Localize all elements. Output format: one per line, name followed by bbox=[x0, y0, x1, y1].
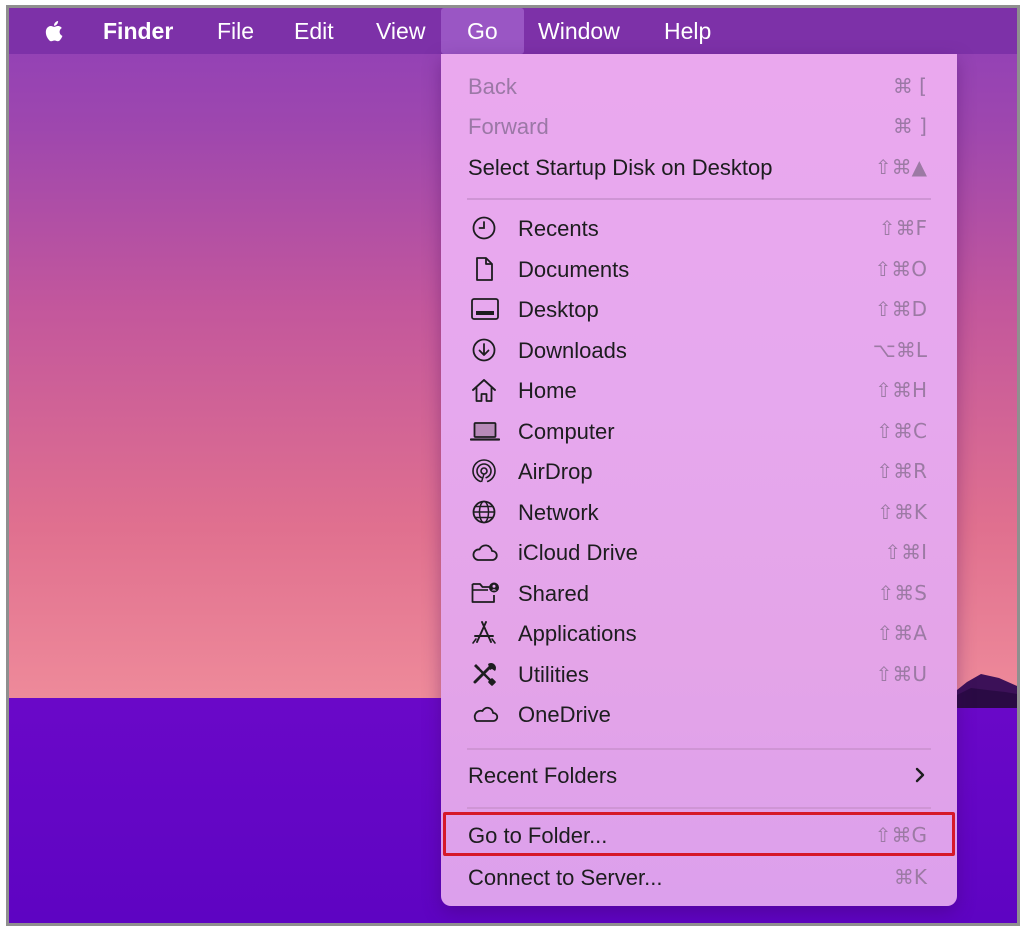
laptop-icon bbox=[470, 422, 500, 441]
menu-item-forward[interactable]: Forward ⌘ ] bbox=[441, 106, 957, 146]
airdrop-icon bbox=[472, 459, 496, 484]
document-icon bbox=[476, 257, 493, 281]
menu-item-label: Desktop bbox=[518, 297, 599, 322]
menu-item-label: Utilities bbox=[518, 662, 589, 687]
menu-item-label: Connect to Server... bbox=[468, 865, 663, 890]
highlight-box bbox=[443, 812, 955, 856]
wallpaper-mountain bbox=[947, 674, 1017, 708]
menu-item-shortcut: ⌘ [ bbox=[892, 74, 927, 98]
go-menu-dropdown: Back ⌘ [ Forward ⌘ ] Select Startup Disk… bbox=[441, 54, 957, 906]
menu-item-utilities[interactable]: Utilities ⇧⌘U bbox=[441, 654, 957, 694]
menu-item-label: Forward bbox=[468, 114, 549, 139]
menu-item-recents[interactable]: Recents ⇧⌘F bbox=[441, 208, 957, 248]
menu-item-connect-to-server[interactable]: Connect to Server... ⌘K bbox=[441, 857, 957, 897]
menu-item-label: OneDrive bbox=[518, 702, 611, 727]
menu-view[interactable]: View bbox=[376, 8, 425, 54]
menu-item-shortcut: ⌘ ] bbox=[892, 114, 927, 138]
menu-item-shortcut: ⌘K bbox=[893, 865, 927, 889]
chevron-right-icon bbox=[915, 767, 925, 783]
menu-item-documents[interactable]: Documents ⇧⌘O bbox=[441, 249, 957, 289]
menu-window[interactable]: Window bbox=[538, 8, 620, 54]
screenshot-frame: Finder File Edit View Go Window Help Bac… bbox=[6, 5, 1020, 926]
globe-icon bbox=[472, 500, 496, 524]
menu-item-back[interactable]: Back ⌘ [ bbox=[441, 66, 957, 106]
menu-item-select-startup-disk[interactable]: Select Startup Disk on Desktop ⇧⌘▲ bbox=[441, 147, 957, 187]
menu-item-label: AirDrop bbox=[518, 459, 593, 484]
menu-item-shortcut: ⌥⌘L bbox=[872, 338, 927, 362]
menu-item-label: Downloads bbox=[518, 338, 627, 363]
menu-item-label: Home bbox=[518, 378, 577, 403]
clock-icon bbox=[472, 216, 496, 240]
menu-finder[interactable]: Finder bbox=[103, 8, 173, 54]
shared-folder-icon bbox=[471, 582, 499, 603]
menu-file[interactable]: File bbox=[217, 8, 254, 54]
menu-item-shortcut: ⇧⌘D bbox=[874, 297, 927, 321]
menu-item-applications[interactable]: Applications ⇧⌘A bbox=[441, 613, 957, 653]
menu-separator bbox=[467, 807, 931, 809]
menu-item-label: Recent Folders bbox=[468, 763, 618, 788]
menu-separator bbox=[467, 198, 931, 200]
menu-item-label: Back bbox=[468, 74, 517, 99]
menu-item-desktop[interactable]: Desktop ⇧⌘D bbox=[441, 289, 957, 329]
menu-item-label: Recents bbox=[518, 216, 599, 241]
menu-item-shortcut: ⇧⌘O bbox=[874, 257, 928, 281]
menu-item-onedrive[interactable]: OneDrive bbox=[441, 694, 957, 734]
menu-item-recent-folders[interactable]: Recent Folders bbox=[441, 755, 957, 795]
menu-item-shortcut: ⇧⌘▲ bbox=[874, 155, 927, 179]
download-icon bbox=[472, 338, 496, 362]
menu-item-shortcut: ⇧⌘H bbox=[875, 378, 927, 402]
menu-item-shortcut: ⇧⌘I bbox=[884, 540, 927, 564]
menu-go[interactable]: Go bbox=[441, 8, 524, 54]
menu-item-shortcut: ⇧⌘S bbox=[877, 581, 927, 605]
menu-item-shortcut: ⇧⌘F bbox=[878, 216, 927, 240]
menu-item-label: Documents bbox=[518, 257, 630, 282]
cloud-icon bbox=[472, 544, 498, 561]
menu-item-shortcut: ⇧⌘C bbox=[876, 419, 927, 443]
menu-separator bbox=[467, 748, 931, 750]
menu-edit[interactable]: Edit bbox=[294, 8, 334, 54]
menu-item-icloud-drive[interactable]: iCloud Drive ⇧⌘I bbox=[441, 532, 957, 572]
menu-item-label: iCloud Drive bbox=[518, 540, 638, 565]
menu-help[interactable]: Help bbox=[664, 8, 711, 54]
utilities-icon bbox=[473, 663, 496, 686]
menu-item-label: Shared bbox=[518, 581, 589, 606]
desktop-icon bbox=[471, 298, 499, 320]
menu-item-network[interactable]: Network ⇧⌘K bbox=[441, 492, 957, 532]
menu-item-label: Network bbox=[518, 500, 599, 525]
home-icon bbox=[472, 379, 496, 402]
menu-item-home[interactable]: Home ⇧⌘H bbox=[441, 370, 957, 410]
menu-item-label: Applications bbox=[518, 621, 637, 646]
menu-item-label: Select Startup Disk on Desktop bbox=[468, 155, 773, 180]
menu-item-shared[interactable]: Shared ⇧⌘S bbox=[441, 573, 957, 613]
menu-bar: Finder File Edit View Go Window Help bbox=[9, 8, 1017, 54]
cloud-icon bbox=[473, 706, 499, 722]
menu-item-airdrop[interactable]: AirDrop ⇧⌘R bbox=[441, 451, 957, 491]
menu-item-downloads[interactable]: Downloads ⌥⌘L bbox=[441, 330, 957, 370]
menu-item-shortcut: ⇧⌘K bbox=[877, 500, 927, 524]
apple-logo-icon[interactable] bbox=[39, 16, 69, 46]
menu-item-computer[interactable]: Computer ⇧⌘C bbox=[441, 411, 957, 451]
menu-item-shortcut: ⇧⌘R bbox=[876, 459, 927, 483]
menu-item-shortcut: ⇧⌘A bbox=[876, 621, 927, 645]
menu-item-label: Computer bbox=[518, 419, 615, 444]
applications-icon bbox=[472, 621, 496, 644]
menu-item-shortcut: ⇧⌘U bbox=[875, 662, 927, 686]
